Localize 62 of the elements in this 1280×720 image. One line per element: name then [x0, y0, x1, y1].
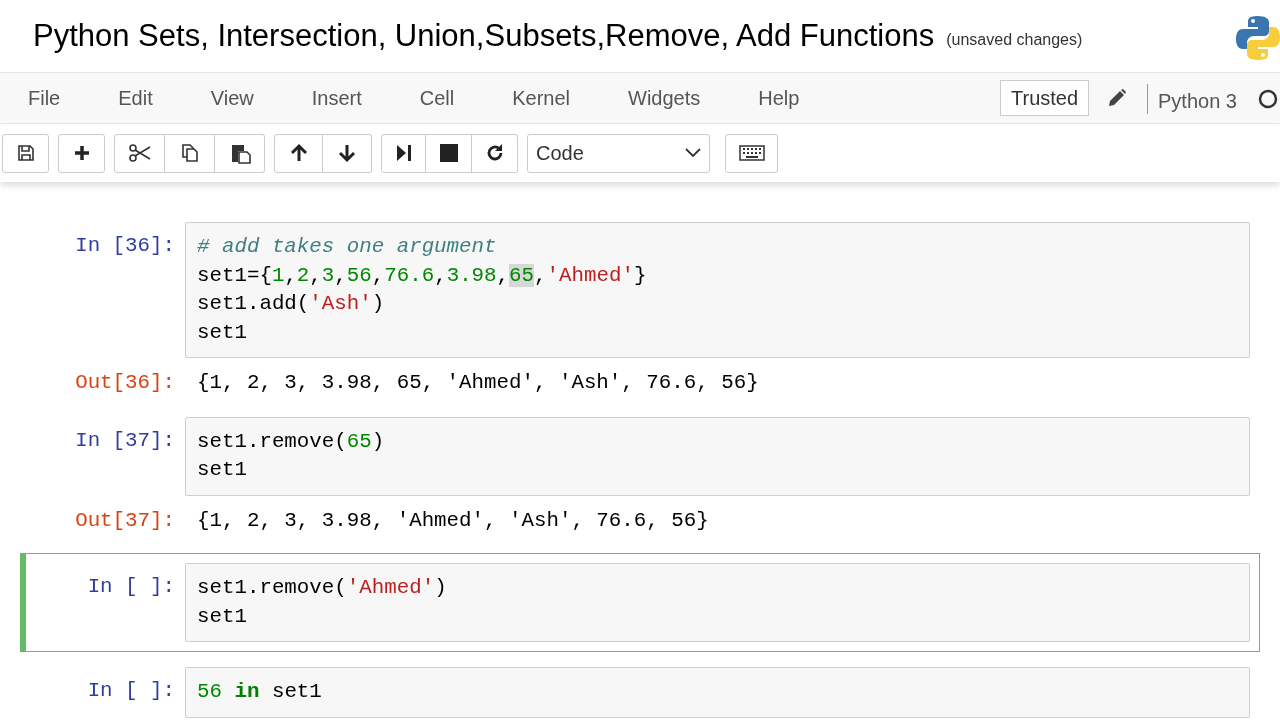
- code-editor[interactable]: set1.remove(65) set1: [185, 416, 1250, 496]
- move-up-button[interactable]: [274, 133, 323, 173]
- run-button[interactable]: [381, 133, 426, 173]
- menu-item[interactable]: Widgets: [610, 83, 719, 113]
- input-prompt: In [ ]:: [86, 574, 176, 600]
- step-forward-icon: [395, 144, 412, 162]
- menu-item[interactable]: File: [10, 83, 79, 113]
- chevron-down-icon: [685, 148, 701, 158]
- save-status: (unsaved changes): [946, 30, 1083, 50]
- notebook-cell[interactable]: In [ ]: set1.remove('Ahmed') set1: [20, 553, 1260, 652]
- input-prompt: In [36]:: [74, 233, 176, 259]
- keyboard-button[interactable]: [725, 133, 778, 173]
- code-editor[interactable]: set1.remove('Ahmed') set1: [185, 563, 1250, 642]
- save-button[interactable]: [2, 133, 49, 173]
- arrow-up-icon: [288, 143, 309, 163]
- cut-button[interactable]: [114, 133, 165, 173]
- copy-icon: [179, 143, 200, 163]
- arrow-down-icon: [337, 143, 357, 163]
- menu-item[interactable]: Cell: [401, 83, 473, 113]
- copy-button[interactable]: [165, 133, 215, 173]
- scissors-icon: [128, 144, 151, 162]
- code-editor[interactable]: # add takes one argument set1={1,2,3,56,76.6,3.98,65,'Ahmed'} set1.add('Ash') set1: [185, 222, 1250, 358]
- restart-button[interactable]: [472, 133, 518, 173]
- code-line: 56 in set1: [197, 679, 323, 705]
- code-line: set1.add('Ash'): [197, 291, 386, 317]
- save-icon: [16, 144, 35, 162]
- output-prompt: Out[37]:: [74, 507, 176, 534]
- code-line: set1: [197, 457, 248, 483]
- python-logo-icon: [1236, 14, 1280, 62]
- notebook-title[interactable]: Python Sets, Intersection, Union,Subsets,Remove, Add Functions: [33, 12, 935, 60]
- output-text: {1, 2, 3, 3.98, 'Ahmed', 'Ash', 76.6, 56}: [196, 507, 709, 534]
- menu-item[interactable]: Kernel: [494, 83, 588, 113]
- notebook-cell[interactable]: In [36]: # add takes one argument set1={1,2,3,56,76.6,3.98,65,'Ahmed'} set1.add('Ash') set1: [20, 221, 1260, 359]
- plus-icon: [72, 144, 91, 162]
- add-cell-button[interactable]: [58, 133, 105, 173]
- menu-item[interactable]: Help: [740, 83, 818, 113]
- output-prompt: Out[36]:: [74, 370, 176, 396]
- code-line: set1.remove('Ahmed'): [197, 575, 448, 601]
- keyboard-icon: [738, 145, 765, 161]
- input-prompt: In [ ]:: [86, 678, 176, 704]
- move-down-button[interactable]: [323, 133, 372, 173]
- output-text: {1, 2, 3, 3.98, 65, 'Ahmed', 'Ash', 76.6, 56}: [196, 370, 759, 396]
- stop-icon: [439, 144, 458, 162]
- code-line: set1.remove(65): [197, 428, 386, 455]
- kernel-name: Python 3: [1158, 89, 1237, 114]
- paste-button[interactable]: [215, 133, 265, 173]
- trusted-indicator[interactable]: Trusted: [1000, 80, 1090, 116]
- input-prompt: In [37]:: [74, 427, 176, 454]
- notebook-cell[interactable]: In [37]: set1.remove(65) set1: [20, 415, 1260, 497]
- kernel-status-icon: [1258, 89, 1278, 109]
- cell-type-dropdown[interactable]: Code: [527, 133, 710, 173]
- code-line: set1: [197, 319, 248, 346]
- menu-item[interactable]: Insert: [293, 83, 380, 113]
- stop-button[interactable]: [426, 133, 472, 173]
- notebook-cell[interactable]: In [ ]: 56 in set1: [20, 666, 1260, 719]
- code-line: set1: [197, 603, 248, 630]
- menu-item[interactable]: View: [192, 83, 272, 113]
- code-editor[interactable]: 56 in set1: [185, 667, 1250, 718]
- menu-item[interactable]: Edit: [100, 83, 171, 113]
- code-line: set1={1,2,3,56,76.6,3.98,65,'Ahmed'}: [197, 262, 648, 289]
- code-line: # add takes one argument: [197, 234, 498, 260]
- pencil-icon[interactable]: [1107, 88, 1127, 108]
